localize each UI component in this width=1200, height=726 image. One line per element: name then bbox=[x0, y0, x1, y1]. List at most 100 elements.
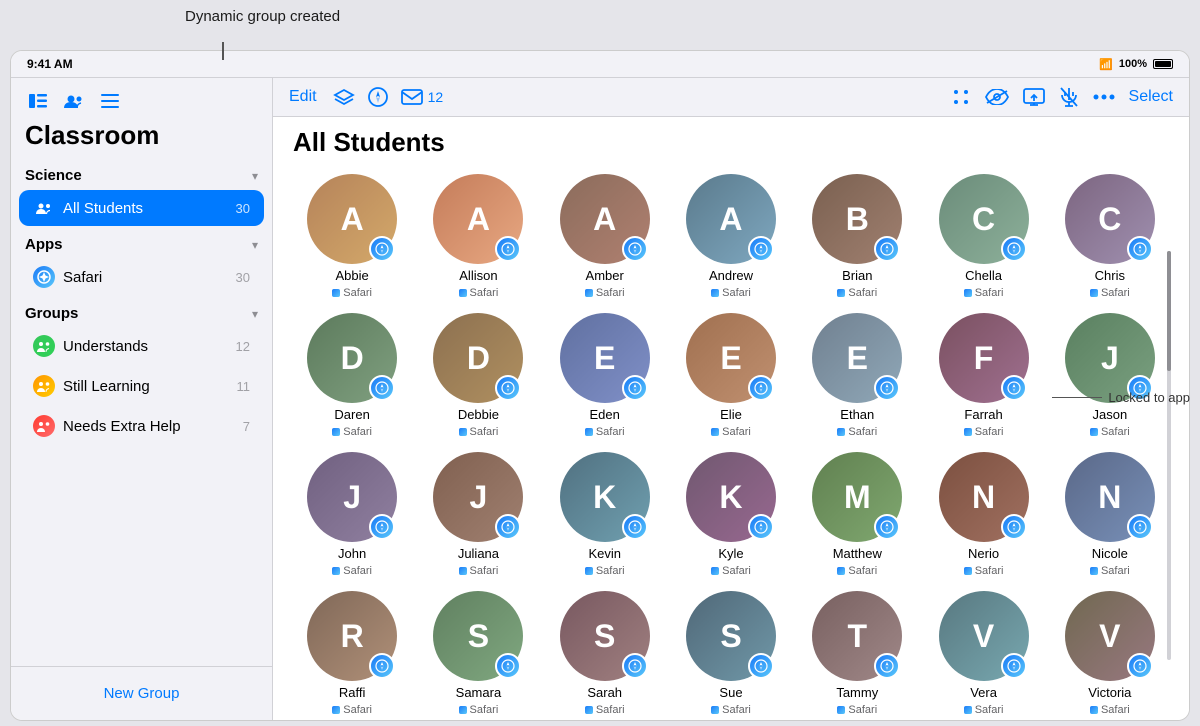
sidebar-item-all-students[interactable]: All Students 30 bbox=[19, 190, 264, 226]
student-card[interactable]: NNicoleSafari bbox=[1051, 452, 1169, 577]
student-name: Daren bbox=[334, 407, 369, 422]
wifi-icon: 📶 bbox=[1099, 58, 1113, 71]
student-avatar: B bbox=[812, 174, 902, 264]
student-card[interactable]: RRaffiSafari bbox=[293, 591, 411, 716]
needs-extra-help-group-icon bbox=[33, 415, 55, 437]
student-app-label: Safari bbox=[1090, 704, 1130, 716]
sidebar-item-needs-extra-help[interactable]: Needs Extra Help 7 bbox=[19, 408, 264, 444]
student-card[interactable]: JJasonSafari bbox=[1051, 313, 1169, 438]
student-card[interactable]: DDarenSafari bbox=[293, 313, 411, 438]
student-card[interactable]: TTammySafari bbox=[798, 591, 916, 716]
student-card[interactable]: SSueSafari bbox=[672, 591, 790, 716]
student-name: Victoria bbox=[1088, 685, 1131, 700]
sidebar-item-understands[interactable]: Understands 12 bbox=[19, 328, 264, 364]
list-icon[interactable] bbox=[97, 88, 123, 114]
student-card[interactable]: VVeraSafari bbox=[924, 591, 1042, 716]
student-app-name: Safari bbox=[848, 287, 877, 299]
app-badge-icon bbox=[1127, 653, 1153, 679]
locked-to-app-annotation: Locked to app bbox=[1052, 390, 1190, 405]
student-avatar: K bbox=[686, 452, 776, 542]
sidebar-item-still-learning[interactable]: Still Learning 11 bbox=[19, 368, 264, 404]
student-card[interactable]: VVictoriaSafari bbox=[1051, 591, 1169, 716]
app-badge-icon bbox=[622, 653, 648, 679]
student-name: Farrah bbox=[964, 407, 1002, 422]
status-time: 9:41 AM bbox=[27, 57, 73, 71]
student-app-name: Safari bbox=[975, 287, 1004, 299]
student-card[interactable]: NNerioSafari bbox=[924, 452, 1042, 577]
student-name: Kevin bbox=[588, 546, 621, 561]
student-card[interactable]: MMatthewSafari bbox=[798, 452, 916, 577]
sidebar-item-safari[interactable]: Safari 30 bbox=[19, 259, 264, 295]
student-card[interactable]: AAmberSafari bbox=[546, 174, 664, 299]
student-card[interactable]: EEdenSafari bbox=[546, 313, 664, 438]
app-badge-icon bbox=[874, 653, 900, 679]
student-app-label: Safari bbox=[459, 426, 499, 438]
app-badge-icon bbox=[874, 514, 900, 540]
app-grid-icon[interactable] bbox=[951, 87, 971, 107]
student-card[interactable]: KKyleSafari bbox=[672, 452, 790, 577]
student-avatar: A bbox=[560, 174, 650, 264]
student-app-label: Safari bbox=[459, 287, 499, 299]
student-app-label: Safari bbox=[1090, 426, 1130, 438]
student-app-name: Safari bbox=[470, 565, 499, 577]
screen-share-icon[interactable] bbox=[1023, 88, 1045, 106]
app-badge-icon bbox=[874, 375, 900, 401]
app-dot-icon bbox=[332, 567, 340, 575]
students-scroll-area[interactable]: AAbbieSafariAAllisonSafariAAmberSafariAA… bbox=[273, 164, 1189, 720]
student-card[interactable]: SSarahSafari bbox=[546, 591, 664, 716]
page-title: All Students bbox=[293, 127, 1169, 158]
student-name: Vera bbox=[970, 685, 997, 700]
student-app-label: Safari bbox=[332, 704, 372, 716]
student-card[interactable]: DDebbieSafari bbox=[419, 313, 537, 438]
student-app-label: Safari bbox=[332, 287, 372, 299]
student-card[interactable]: EEthanSafari bbox=[798, 313, 916, 438]
more-icon[interactable] bbox=[1093, 94, 1115, 100]
student-card[interactable]: AAndrewSafari bbox=[672, 174, 790, 299]
groups-section-header[interactable]: Groups ▾ bbox=[11, 297, 272, 326]
mute-icon[interactable] bbox=[1059, 86, 1079, 108]
compass-icon[interactable] bbox=[367, 86, 389, 108]
app-dot-icon bbox=[964, 289, 972, 297]
student-card[interactable]: JJohnSafari bbox=[293, 452, 411, 577]
app-dot-icon bbox=[332, 289, 340, 297]
student-card[interactable]: CChellaSafari bbox=[924, 174, 1042, 299]
scroll-thumb bbox=[1167, 251, 1171, 371]
student-card[interactable]: SSamaraSafari bbox=[419, 591, 537, 716]
science-section-header[interactable]: Science ▾ bbox=[11, 159, 272, 188]
science-chevron-icon: ▾ bbox=[252, 169, 258, 183]
student-card[interactable]: FFarrahSafari bbox=[924, 313, 1042, 438]
select-button[interactable]: Select bbox=[1129, 88, 1173, 106]
student-avatar: V bbox=[939, 591, 1029, 681]
student-card[interactable]: EElieSafari bbox=[672, 313, 790, 438]
student-card[interactable]: KKevinSafari bbox=[546, 452, 664, 577]
eye-icon[interactable] bbox=[985, 89, 1009, 105]
student-app-name: Safari bbox=[596, 704, 625, 716]
still-learning-count: 11 bbox=[237, 379, 251, 394]
mail-icon[interactable]: 12 bbox=[401, 89, 444, 105]
student-card[interactable]: AAllisonSafari bbox=[419, 174, 537, 299]
student-app-label: Safari bbox=[711, 287, 751, 299]
student-name: Brian bbox=[842, 268, 872, 283]
all-students-icon bbox=[33, 197, 55, 219]
new-group-button[interactable]: New Group bbox=[25, 679, 258, 708]
layers-icon[interactable] bbox=[333, 88, 355, 106]
safari-count: 30 bbox=[236, 270, 250, 285]
app-badge-icon bbox=[1001, 375, 1027, 401]
student-card[interactable]: JJulianaSafari bbox=[419, 452, 537, 577]
people-icon[interactable] bbox=[61, 88, 87, 114]
app-dot-icon bbox=[964, 428, 972, 436]
student-name: Tammy bbox=[836, 685, 878, 700]
student-card[interactable]: AAbbieSafari bbox=[293, 174, 411, 299]
main-area: Classroom Science ▾ All Students 30 bbox=[11, 78, 1189, 720]
app-badge-icon bbox=[369, 236, 395, 262]
groups-section-title: Groups bbox=[25, 305, 78, 322]
student-card[interactable]: B Brian Safari bbox=[798, 174, 916, 299]
student-avatar: J bbox=[433, 452, 523, 542]
science-section-title: Science bbox=[25, 167, 82, 184]
sidebar-toggle-icon[interactable] bbox=[25, 88, 51, 114]
student-card[interactable]: CChrisSafari bbox=[1051, 174, 1169, 299]
needs-extra-help-count: 7 bbox=[243, 419, 250, 434]
apps-section-header[interactable]: Apps ▾ bbox=[11, 228, 272, 257]
edit-button[interactable]: Edit bbox=[289, 88, 317, 106]
app-dot-icon bbox=[585, 428, 593, 436]
